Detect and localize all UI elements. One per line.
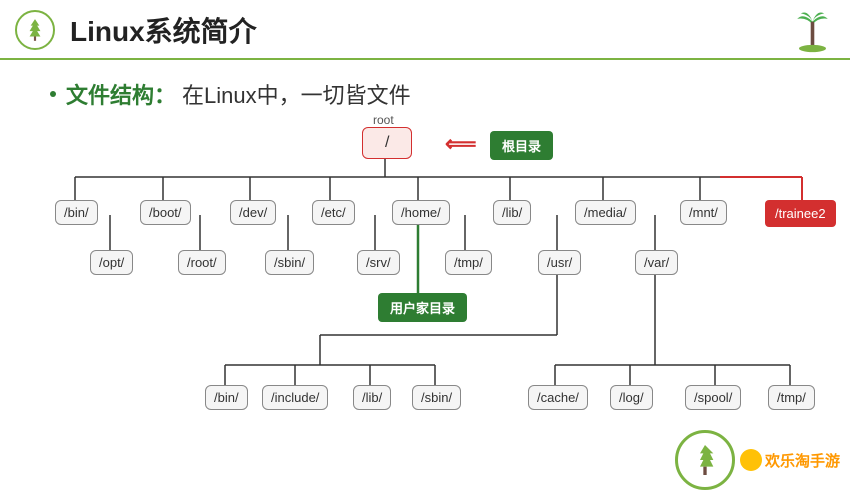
- tree-icon: [22, 17, 48, 43]
- palm-icon: [790, 8, 835, 53]
- node-lib: /lib/: [493, 200, 531, 225]
- root-text-label: root: [373, 113, 394, 127]
- node-sbin: /sbin/: [265, 250, 314, 275]
- node-bin: /bin/: [55, 200, 98, 225]
- node-usr-sbin: /sbin/: [412, 385, 461, 410]
- node-usr-bin: /bin/: [205, 385, 248, 410]
- subtitle-label: 文件结构：: [66, 78, 176, 110]
- node-boot: /boot/: [140, 200, 191, 225]
- badge-root: 根目录: [490, 131, 553, 160]
- node-dev: /dev/: [230, 200, 276, 225]
- logo-left: [15, 10, 55, 50]
- node-srv: /srv/: [357, 250, 400, 275]
- node-var-spool: /spool/: [685, 385, 741, 410]
- smiley-icon: [740, 449, 762, 471]
- arrow-icon: ⟸: [445, 131, 477, 157]
- subtitle-row: 文件结构： 在Linux中，一切皆文件: [0, 60, 850, 115]
- watermark-text: 欢乐淘手游: [765, 450, 840, 471]
- bullet-icon: [50, 91, 56, 97]
- logo-right: [790, 8, 835, 58]
- subtitle-text: 在Linux中，一切皆文件: [182, 78, 411, 110]
- node-mnt: /mnt/: [680, 200, 727, 225]
- header: Linux系统简介: [0, 0, 850, 60]
- node-trainee: /trainee2: [765, 200, 836, 227]
- page-title: Linux系统简介: [70, 10, 257, 50]
- node-root-dir: /root/: [178, 250, 226, 275]
- watermark: 欢乐淘手游: [675, 430, 840, 490]
- node-tmp: /tmp/: [445, 250, 492, 275]
- tree-icon: [685, 440, 725, 480]
- node-var: /var/: [635, 250, 678, 275]
- badge-home: 用户家目录: [378, 293, 467, 322]
- node-etc: /etc/: [312, 200, 355, 225]
- watermark-logo: [675, 430, 735, 490]
- node-var-cache: /cache/: [528, 385, 588, 410]
- node-media: /media/: [575, 200, 636, 225]
- node-usr: /usr/: [538, 250, 581, 275]
- node-usr-include: /include/: [262, 385, 328, 410]
- node-root: /: [362, 127, 412, 159]
- node-opt: /opt/: [90, 250, 133, 275]
- node-var-log: /log/: [610, 385, 653, 410]
- node-usr-lib: /lib/: [353, 385, 391, 410]
- node-home: /home/: [392, 200, 450, 225]
- node-var-tmp: /tmp/: [768, 385, 815, 410]
